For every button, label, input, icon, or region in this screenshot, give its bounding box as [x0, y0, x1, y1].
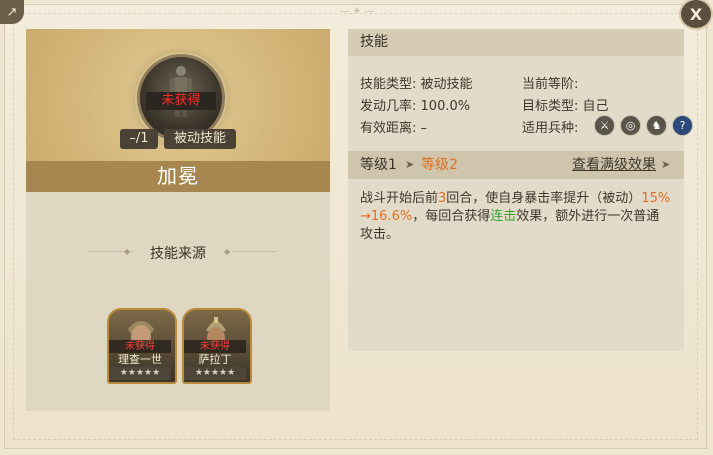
rate-label: 发动几率: — [360, 99, 417, 114]
horse-icon[interactable]: ♞ — [646, 115, 667, 136]
target-value: 自己 — [582, 99, 609, 114]
arrow-right-icon[interactable]: ➤ — [661, 151, 670, 179]
target-row: 目标类型: 自己 — [522, 95, 609, 114]
hero-stars: ★★★★★ — [109, 367, 171, 380]
close-button[interactable]: X — [679, 0, 713, 30]
desc-text: ，每回合获得 — [412, 209, 491, 224]
share-button[interactable]: ↗ — [0, 0, 24, 24]
rate-value: 100.0% — [420, 99, 471, 114]
skill-description: 战斗开始后前3回合，使自身暴击率提升（被动）15% →16.6%，每回合获得连击… — [360, 190, 672, 244]
level-from: 等级1 — [360, 157, 397, 173]
source-title: 技能来源 — [150, 246, 206, 262]
target-label: 目标类型: — [522, 99, 579, 114]
skill-level-tag: –/1 — [120, 129, 158, 149]
stage-label: 当前等阶: — [522, 77, 579, 92]
desc-combo: 连击 — [490, 209, 517, 224]
question-icon[interactable]: ? — [672, 115, 693, 136]
ornament-icon: — ✦ — — [339, 6, 375, 17]
skill-detail-panel: 技能 技能类型: 被动技能 当前等阶: 发动几率: 100.0% 目标类型: 自… — [348, 29, 693, 351]
diamond-icon: ◆ — [224, 247, 231, 256]
range-row: 有效距离: – — [360, 117, 427, 136]
skill-type-value: 被动技能 — [420, 77, 473, 92]
range-label: 有效距离: — [360, 121, 417, 136]
hero-name: 理查一世 — [118, 353, 162, 366]
hero-card[interactable]: 未获得 萨拉丁 ★★★★★ — [182, 308, 252, 384]
desc-text: 战斗开始后前 — [360, 191, 439, 206]
desc-text: 回合，使自身暴击率提升（被动） — [446, 191, 642, 206]
bow-target-icon[interactable]: ◎ — [620, 115, 641, 136]
troop-icons: ⚔ ◎ ♞ ? — [594, 115, 693, 136]
level-to: 等级2 — [421, 157, 458, 173]
skill-type-row: 技能类型: 被动技能 — [360, 73, 473, 92]
close-icon: X — [689, 4, 703, 24]
sword-icon[interactable]: ⚔ — [594, 115, 615, 136]
skill-status: 未获得 — [146, 92, 216, 110]
skill-name: 加冕 — [26, 161, 330, 192]
arrow-right-icon: ➤ — [405, 158, 415, 171]
hero-card[interactable]: 未获得 理查一世 ★★★★★ — [107, 308, 177, 384]
hero-status: 未获得 — [184, 340, 246, 353]
troop-row: 适用兵种: — [522, 117, 578, 136]
skill-card-panel: 未获得 –/1 被动技能 加冕 ◆ 技能来源 ◆ 未获得 理查一世 ★★★★★ … — [26, 29, 330, 411]
stage-row: 当前等阶: — [522, 73, 578, 92]
skill-type-tag: 被动技能 — [164, 129, 236, 149]
view-max-level-link[interactable]: 查看满级效果 — [572, 151, 656, 179]
divider — [232, 251, 276, 252]
hero-stars: ★★★★★ — [184, 367, 246, 380]
panel-header: 技能 — [348, 29, 684, 56]
skill-type-label: 技能类型: — [360, 77, 417, 92]
share-icon: ↗ — [6, 4, 18, 20]
hero-name: 萨拉丁 — [198, 353, 232, 366]
hero-status: 未获得 — [109, 340, 171, 353]
range-value: – — [420, 121, 428, 136]
rate-row: 发动几率: 100.0% — [360, 95, 470, 114]
troop-label: 适用兵种: — [522, 121, 579, 136]
level-bar: 等级1 ➤ 等级2 查看满级效果 ➤ — [348, 151, 684, 179]
